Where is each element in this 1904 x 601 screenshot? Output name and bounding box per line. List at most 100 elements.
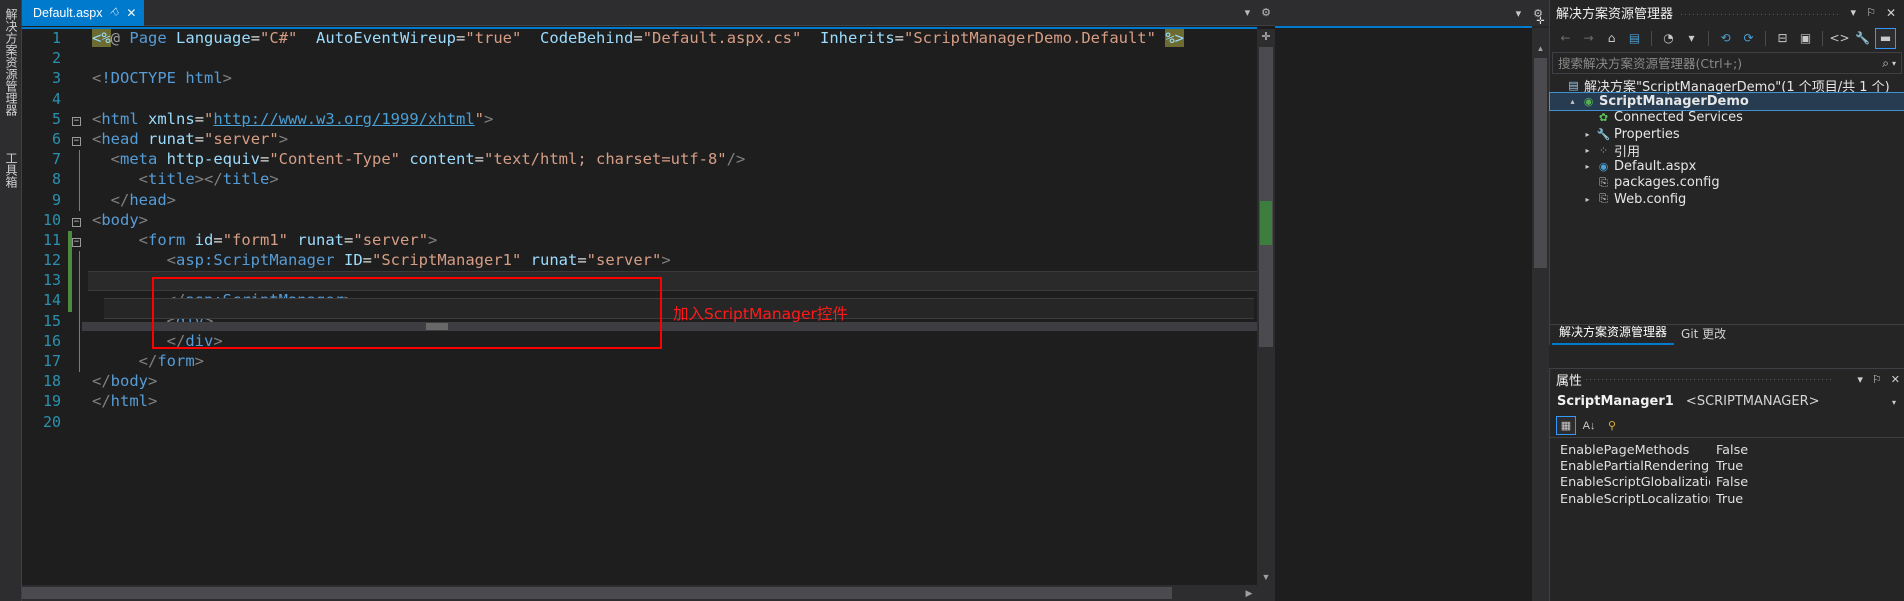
- property-row[interactable]: EnableScriptGlobalization False: [1550, 475, 1904, 491]
- tree-item[interactable]: ▸ 🔧 Properties: [1550, 126, 1904, 142]
- pin-icon[interactable]: ⚐: [1861, 6, 1881, 19]
- code-line[interactable]: 12 <asp:ScriptManager ID="ScriptManager1…: [22, 251, 1257, 272]
- sync-icon[interactable]: ⟲: [1715, 28, 1736, 49]
- code-line[interactable]: 20: [22, 413, 1257, 433]
- code-text[interactable]: <asp:ScriptManager ID="ScriptManager1" r…: [88, 251, 1257, 271]
- code-text[interactable]: <!DOCTYPE html>: [88, 69, 1257, 89]
- view-code-icon[interactable]: <>: [1829, 28, 1850, 49]
- tree-item[interactable]: ▤ 解决方案"ScriptManagerDemo"(1 个项目/共 1 个): [1550, 77, 1904, 95]
- property-value[interactable]: True: [1710, 492, 1904, 507]
- code-line[interactable]: 10− <body>: [22, 211, 1257, 231]
- expander-icon[interactable]: ▸: [1580, 195, 1595, 204]
- fold-margin[interactable]: [72, 69, 88, 89]
- code-text[interactable]: [88, 49, 1257, 69]
- pending-changes-icon[interactable]: ◔: [1658, 28, 1679, 49]
- collapse-all-icon[interactable]: ⊟: [1772, 28, 1793, 49]
- secondary-pane-body[interactable]: [1275, 28, 1532, 601]
- panel-tab[interactable]: 解决方案资源管理器: [1552, 321, 1675, 345]
- close-icon[interactable]: ✕: [126, 7, 136, 19]
- secondary-pane-scrollbar[interactable]: ✛ ▲: [1532, 16, 1549, 601]
- close-icon[interactable]: ✕: [1891, 373, 1900, 386]
- code-text[interactable]: [88, 90, 1257, 110]
- code-text[interactable]: <form id="form1" runat="server">: [88, 231, 1257, 251]
- code-text[interactable]: [88, 413, 1257, 433]
- code-line[interactable]: 19 </html>: [22, 392, 1257, 412]
- code-text[interactable]: <title></title>: [88, 170, 1257, 190]
- preview-pane-icon[interactable]: ▬: [1875, 27, 1896, 49]
- code-line[interactable]: 16 </div>: [22, 331, 1257, 352]
- code-line[interactable]: 1 <%@ Page Language="C#" AutoEventWireup=…: [22, 29, 1257, 49]
- fold-margin[interactable]: [72, 251, 88, 272]
- code-text[interactable]: </div>: [88, 332, 1257, 352]
- code-line[interactable]: 5− <html xmlns="http://www.w3.org/1999/xh…: [22, 110, 1257, 130]
- pin-icon[interactable]: ⚐: [107, 5, 122, 20]
- tree-item[interactable]: ✿ Connected Services: [1550, 110, 1904, 126]
- property-value[interactable]: False: [1710, 475, 1904, 490]
- fold-margin[interactable]: [72, 49, 88, 69]
- property-value[interactable]: True: [1710, 459, 1904, 474]
- fold-margin[interactable]: −: [72, 110, 88, 130]
- fold-margin[interactable]: [72, 392, 88, 412]
- split-view-grip[interactable]: ✛: [1532, 16, 1549, 28]
- collapse-icon[interactable]: −: [72, 116, 81, 126]
- code-line[interactable]: 9 </head>: [22, 190, 1257, 211]
- code-line[interactable]: 4: [22, 90, 1257, 110]
- close-icon[interactable]: ✕: [1881, 6, 1904, 20]
- collapse-icon[interactable]: −: [72, 217, 81, 227]
- panel-tab[interactable]: Git 更改: [1674, 323, 1733, 345]
- editor-horizontal-scrollbar[interactable]: ◀ ▶: [22, 585, 1257, 601]
- chevron-down-icon[interactable]: ▾: [1516, 7, 1522, 20]
- fold-margin[interactable]: [72, 90, 88, 110]
- properties-icon[interactable]: 🔧: [1852, 28, 1873, 49]
- code-text[interactable]: <head runat="server">: [88, 130, 1257, 150]
- fold-margin[interactable]: [72, 413, 88, 433]
- property-row[interactable]: EnablePartialRendering True: [1550, 458, 1904, 474]
- code-text[interactable]: [88, 271, 1257, 292]
- home-icon[interactable]: ⌂: [1601, 28, 1622, 49]
- fold-margin[interactable]: [72, 150, 88, 171]
- code-line[interactable]: 13: [22, 271, 1257, 292]
- chevron-down-icon[interactable]: ▾: [1892, 59, 1901, 68]
- code-line[interactable]: 8 <title></title>: [22, 170, 1257, 191]
- code-line[interactable]: 3 <!DOCTYPE html>: [22, 69, 1257, 89]
- fold-margin[interactable]: [72, 271, 88, 292]
- tree-item[interactable]: ⎘ packages.config: [1550, 175, 1904, 191]
- chevron-down-icon[interactable]: ▾: [1245, 7, 1251, 19]
- solution-explorer-search[interactable]: ⌕ ▾: [1552, 52, 1902, 74]
- fold-margin[interactable]: [72, 170, 88, 191]
- vdock-tab-solution-explorer[interactable]: 解决方案资源管理器: [0, 8, 22, 116]
- code-text[interactable]: </body>: [88, 372, 1257, 392]
- code-line[interactable]: 17 </form>: [22, 352, 1257, 373]
- code-text[interactable]: <%@ Page Language="C#" AutoEventWireup="…: [88, 29, 1257, 49]
- code-text[interactable]: </html>: [88, 392, 1257, 412]
- properties-page-icon[interactable]: ⚲: [1602, 416, 1622, 435]
- chevron-down-icon[interactable]: ▾: [1846, 6, 1862, 19]
- editor-vertical-scrollbar[interactable]: ▲ ▼: [1257, 29, 1275, 601]
- tree-item[interactable]: ▸ ⎘ Web.config: [1550, 191, 1904, 207]
- expander-icon[interactable]: ▸: [1580, 130, 1595, 139]
- scrollbar-thumb[interactable]: [1534, 58, 1547, 268]
- search-icon[interactable]: ⌕: [1879, 56, 1892, 71]
- expander-icon[interactable]: ▸: [1580, 146, 1595, 155]
- code-line[interactable]: 18 </body>: [22, 372, 1257, 392]
- expander-icon[interactable]: ▴: [1565, 97, 1580, 106]
- code-line[interactable]: 7 <meta http-equiv="Content-Type" conten…: [22, 150, 1257, 171]
- fold-margin[interactable]: [72, 190, 88, 211]
- tree-item[interactable]: ▸ ⁘ 引用: [1550, 142, 1904, 160]
- refresh-icon[interactable]: ⟳: [1738, 28, 1759, 49]
- code-text[interactable]: <body>: [88, 211, 1257, 231]
- back-icon[interactable]: ←: [1555, 28, 1576, 49]
- fold-margin[interactable]: [72, 352, 88, 373]
- fold-margin[interactable]: [72, 331, 88, 352]
- collapse-icon[interactable]: −: [72, 136, 81, 146]
- hscrollbar-thumb[interactable]: [22, 587, 1172, 599]
- fold-margin[interactable]: [72, 29, 88, 49]
- split-view-grip[interactable]: ✛: [1257, 29, 1275, 45]
- document-tab-default-aspx[interactable]: Default.aspx ⚐ ✕: [22, 0, 145, 26]
- code-line[interactable]: 6− <head runat="server">: [22, 130, 1257, 150]
- gear-icon[interactable]: ⚙: [1261, 7, 1271, 19]
- code-text[interactable]: </head>: [88, 191, 1257, 211]
- vdock-tab-toolbox[interactable]: 工具箱: [0, 152, 22, 188]
- show-all-files-icon[interactable]: ▣: [1795, 28, 1816, 49]
- code-text[interactable]: <html xmlns="http://www.w3.org/1999/xhtm…: [88, 110, 1257, 130]
